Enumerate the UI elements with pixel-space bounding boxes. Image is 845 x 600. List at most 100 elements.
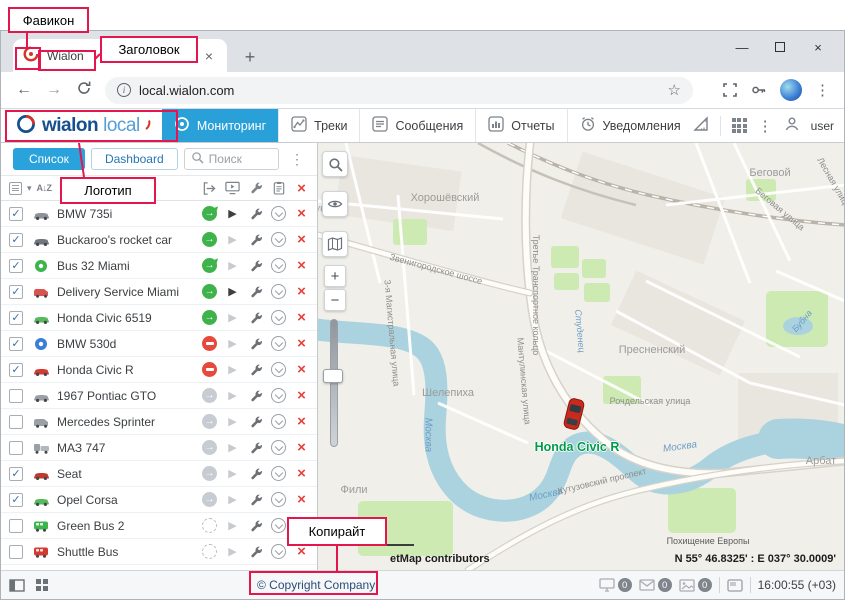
tab-messages[interactable]: Сообщения	[359, 109, 475, 142]
remove-unit-button[interactable]: ×	[290, 361, 313, 378]
unit-name[interactable]: МАЗ 747	[57, 441, 198, 455]
unit-row[interactable]: Mercedes Sprinter ▶ ×	[1, 409, 317, 435]
unit-name[interactable]: Shuttle Bus	[57, 545, 198, 559]
unit-row[interactable]: ✓ Seat ▶ ×	[1, 461, 317, 487]
site-info-icon[interactable]: i	[117, 83, 131, 97]
browser-menu-icon[interactable]: ⋮	[815, 81, 830, 99]
map-visibility-icon[interactable]	[322, 191, 348, 217]
unit-row[interactable]: МАЗ 747 ▶ ×	[1, 435, 317, 461]
properties-wrench-icon[interactable]	[244, 389, 267, 403]
unit-row[interactable]: ✓ Opel Corsa ▶ ×	[1, 487, 317, 513]
unit-row[interactable]: ✓ BMW 530d ▶ ×	[1, 331, 317, 357]
remove-unit-button[interactable]: ×	[290, 335, 313, 352]
properties-wrench-icon[interactable]	[244, 519, 267, 533]
quick-track-button[interactable]: ▶	[228, 545, 236, 558]
remove-unit-button[interactable]: ×	[290, 205, 313, 222]
properties-wrench-icon[interactable]	[244, 311, 267, 325]
zoom-slider[interactable]	[330, 319, 338, 447]
locate-unit-button[interactable]	[271, 310, 286, 325]
tab-monitoring[interactable]: Мониторинг	[162, 109, 278, 142]
quick-track-button[interactable]: ▶	[228, 311, 236, 324]
remove-unit-button[interactable]: ×	[290, 387, 313, 404]
screen-icon[interactable]	[727, 579, 743, 592]
remove-unit-button[interactable]: ×	[290, 231, 313, 248]
quick-track-button[interactable]: ▶	[228, 415, 236, 428]
bottom-panel-toggle-icon[interactable]	[9, 579, 25, 592]
locate-unit-button[interactable]	[271, 232, 286, 247]
unit-checkbox[interactable]: ✓	[9, 259, 23, 273]
properties-column-icon[interactable]	[244, 181, 267, 195]
quick-track-column-icon[interactable]	[221, 181, 244, 195]
unit-name[interactable]: Delivery Service Miami	[57, 285, 198, 299]
unit-name[interactable]: Honda Civic 6519	[57, 311, 198, 325]
remove-unit-button[interactable]: ×	[290, 491, 313, 508]
sort-icon[interactable]: A↓Z	[37, 183, 52, 193]
select-dropdown-icon[interactable]: ▾	[27, 183, 32, 194]
unit-name[interactable]: Bus 32 Miami	[57, 259, 198, 273]
quick-track-button[interactable]: ▶	[228, 441, 236, 454]
unit-row[interactable]: Green Bus 2 ▶ ×	[1, 513, 317, 539]
search-input[interactable]	[209, 152, 272, 166]
unit-checkbox[interactable]: ✓	[9, 337, 23, 351]
tab-tracks[interactable]: Треки	[278, 109, 359, 142]
properties-wrench-icon[interactable]	[244, 415, 267, 429]
forward-icon[interactable]: →	[41, 81, 67, 99]
locate-unit-button[interactable]	[271, 258, 286, 273]
locate-unit-button[interactable]	[271, 336, 286, 351]
unit-checkbox[interactable]	[9, 519, 23, 533]
user-name[interactable]: user	[811, 119, 834, 133]
unit-checkbox[interactable]: ✓	[9, 311, 23, 325]
quick-track-button[interactable]: ▶	[228, 493, 236, 506]
minimize-button[interactable]: —	[723, 34, 761, 60]
unit-name[interactable]: Seat	[57, 467, 198, 481]
ruler-icon[interactable]	[693, 116, 709, 135]
messages-counter[interactable]: 0	[639, 578, 672, 592]
user-icon[interactable]	[784, 116, 800, 135]
search-box[interactable]	[184, 148, 279, 170]
unit-row[interactable]: ✓ BMW 735i ▶ ×	[1, 201, 317, 227]
properties-wrench-icon[interactable]	[244, 259, 267, 273]
registry-column-icon[interactable]	[267, 181, 290, 195]
url-bar[interactable]: i local.wialon.com ☆	[105, 77, 693, 104]
properties-wrench-icon[interactable]	[244, 493, 267, 507]
tab-reports[interactable]: Отчеты	[475, 109, 566, 142]
monitor-counter[interactable]: 0	[599, 578, 632, 592]
fullscreen-icon[interactable]	[722, 82, 738, 98]
properties-wrench-icon[interactable]	[244, 233, 267, 247]
reload-icon[interactable]	[71, 80, 97, 101]
properties-wrench-icon[interactable]	[244, 285, 267, 299]
close-window-button[interactable]: ×	[799, 34, 837, 60]
quick-track-button[interactable]: ▶	[228, 337, 236, 350]
unit-name[interactable]: Honda Civic R	[57, 363, 198, 377]
remove-unit-button[interactable]: ×	[290, 439, 313, 456]
zoom-out-button[interactable]: −	[324, 289, 346, 311]
follow-column-icon[interactable]	[198, 181, 221, 196]
list-tab-button[interactable]: Список	[13, 148, 85, 170]
unit-name[interactable]: BMW 530d	[57, 337, 198, 351]
locate-unit-button[interactable]	[271, 466, 286, 481]
remove-unit-button[interactable]: ×	[290, 309, 313, 326]
unit-name[interactable]: Green Bus 2	[57, 519, 198, 533]
zoom-slider-handle[interactable]	[323, 369, 343, 383]
unit-checkbox[interactable]: ✓	[9, 467, 23, 481]
unit-row[interactable]: ✓ Honda Civic 6519 ▶ ×	[1, 305, 317, 331]
close-tab-icon[interactable]: ×	[201, 48, 217, 64]
unit-marker-label[interactable]: Honda Civic R	[535, 440, 620, 454]
unit-checkbox[interactable]	[9, 545, 23, 559]
map-layers-icon[interactable]	[322, 231, 348, 257]
bookmark-star-icon[interactable]: ☆	[668, 81, 681, 99]
quick-track-button[interactable]: ▶	[228, 207, 236, 220]
unit-name[interactable]: Buckaroo's rocket car	[57, 233, 198, 247]
unit-row[interactable]: ✓ Buckaroo's rocket car ▶ ×	[1, 227, 317, 253]
unit-name[interactable]: Opel Corsa	[57, 493, 198, 507]
unit-checkbox[interactable]	[9, 415, 23, 429]
properties-wrench-icon[interactable]	[244, 441, 267, 455]
locate-unit-button[interactable]	[271, 362, 286, 377]
tab-notifications[interactable]: Уведомления	[567, 109, 693, 142]
unit-checkbox[interactable]: ✓	[9, 285, 23, 299]
dashboard-tab-button[interactable]: Dashboard	[91, 148, 178, 170]
unit-checkbox[interactable]	[9, 389, 23, 403]
unit-checkbox[interactable]: ✓	[9, 233, 23, 247]
unit-row[interactable]: ✓ Bus 32 Miami ▶ ×	[1, 253, 317, 279]
key-icon[interactable]	[751, 82, 767, 98]
